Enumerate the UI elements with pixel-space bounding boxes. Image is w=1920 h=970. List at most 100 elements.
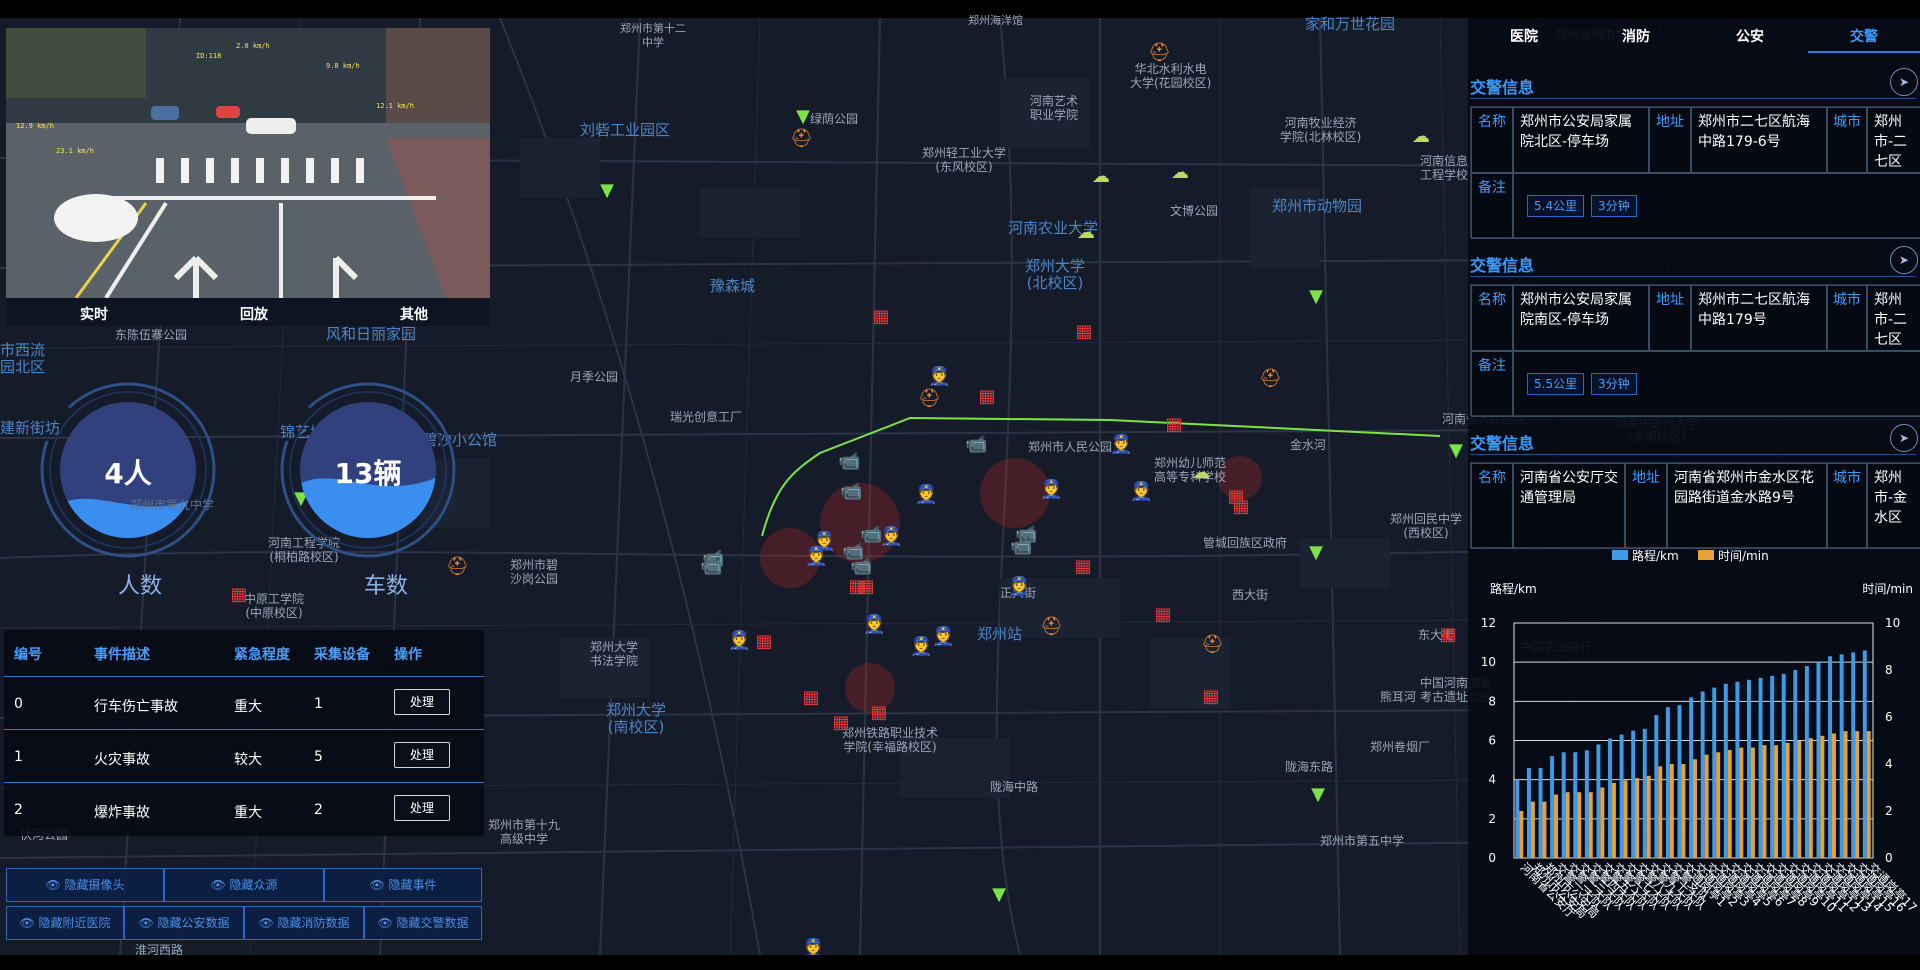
event-2-handle-button[interactable]: 处理 <box>394 795 450 821</box>
hide-hospitals-button[interactable]: 👁 隐藏附近医院 <box>6 906 124 940</box>
hospital-icon[interactable]: ⛑ <box>1148 42 1171 64</box>
traffic-police-icon[interactable]: ▼ <box>1445 440 1467 462</box>
police-icon[interactable]: 👮 <box>915 484 937 506</box>
top-bar <box>0 0 1920 18</box>
police-icon[interactable]: 👮 <box>932 626 954 648</box>
police-icon[interactable]: 👮 <box>1110 434 1132 456</box>
fire-station-icon[interactable]: ▦ <box>830 712 852 734</box>
weather-cloud-icon[interactable]: ☁ <box>1190 462 1212 484</box>
chart-y-left-tick: 10 <box>1481 655 1496 669</box>
camera-icon[interactable]: 📹 <box>1010 536 1032 558</box>
event-1-handle-button[interactable]: 处理 <box>394 742 450 768</box>
hospital-icon[interactable]: ⛑ <box>918 388 941 410</box>
police-icon[interactable]: 👮 <box>910 636 932 658</box>
hospital-icon[interactable]: ⛑ <box>1201 634 1224 656</box>
camera-icon[interactable]: 📹 <box>700 556 722 578</box>
police-icon[interactable]: 👮 <box>805 546 827 568</box>
weather-cloud-icon[interactable]: ☁ <box>1075 222 1097 244</box>
traffic-police-icon[interactable]: ▼ <box>1305 542 1327 564</box>
col-action: 操作 <box>394 647 422 663</box>
hospital-icon[interactable]: ⛑ <box>1040 616 1063 638</box>
video-tab-live[interactable]: 实时 <box>34 304 154 324</box>
card-1-addr: 郑州市二七区航海中路179-6号 <box>1691 107 1827 173</box>
hide-cameras-button[interactable]: 👁 隐藏摄像头 <box>6 868 164 902</box>
col-device: 采集设备 <box>314 647 370 663</box>
hide-fire-button[interactable]: 👁 隐藏消防数据 <box>244 906 364 940</box>
traffic-police-icon[interactable]: ▼ <box>1305 286 1327 308</box>
map-poi-label: 河南信息 工程学校 <box>1420 154 1469 182</box>
fire-station-icon[interactable]: ▦ <box>1225 486 1247 508</box>
navigate-icon[interactable]: ➤ <box>1890 424 1918 452</box>
fire-station-icon[interactable]: ▦ <box>976 386 998 408</box>
police-icon[interactable]: 👮 <box>1008 576 1030 598</box>
fire-station-icon[interactable]: ▦ <box>1163 414 1185 436</box>
chart-bar-distance <box>1793 670 1798 858</box>
traffic-police-icon[interactable]: ▼ <box>596 180 618 202</box>
people-count-value: 4人 <box>104 457 152 490</box>
card-title-line <box>1470 276 1916 277</box>
hide-police-button[interactable]: 👁 隐藏公安数据 <box>124 906 244 940</box>
chart-bar-time <box>1565 792 1570 858</box>
hide-traffic-police-button[interactable]: 👁 隐藏交警数据 <box>364 906 482 940</box>
map-poi-label: 陇海中路 <box>990 780 1039 794</box>
fire-station-icon[interactable]: ▦ <box>1072 556 1094 578</box>
chart-bar-distance <box>1631 730 1636 858</box>
traffic-police-icon[interactable]: ▼ <box>792 106 814 128</box>
map-poi-label: 郑州市碧 沙岗公园 <box>510 558 559 586</box>
card-2-addr: 郑州市二七区航海中路179号 <box>1691 285 1827 351</box>
map-poi-label: 郑州市动物园 <box>1272 197 1363 215</box>
chart-y-right-tick: 4 <box>1885 757 1893 771</box>
map-poi-label: 瑞光创意工厂 <box>670 410 743 424</box>
traffic-police-icon[interactable]: ▼ <box>1307 784 1329 806</box>
chart-y-left-tick: 6 <box>1488 734 1496 748</box>
video-tab-playback[interactable]: 回放 <box>194 304 314 324</box>
navigate-icon[interactable]: ➤ <box>1890 68 1918 96</box>
fire-station-icon[interactable]: ▦ <box>753 631 775 653</box>
camera-icon[interactable]: 📹 <box>840 481 862 503</box>
event-0-handle-button[interactable]: 处理 <box>394 689 450 715</box>
chart-bar-distance <box>1804 666 1809 858</box>
card-2-city: 郑州市-二七区 <box>1867 285 1920 351</box>
chart-bar-distance <box>1515 779 1520 858</box>
fire-station-icon[interactable]: ▦ <box>1437 624 1459 646</box>
police-icon[interactable]: 👮 <box>928 366 950 388</box>
fire-station-icon[interactable]: ▦ <box>1152 604 1174 626</box>
camera-icon[interactable]: 📹 <box>838 451 860 473</box>
map-poi-label: 豫森城 <box>710 277 756 295</box>
tab-traffic-police[interactable]: 交警 <box>1808 26 1920 46</box>
police-icon[interactable]: 👮 <box>1130 481 1152 503</box>
fire-station-icon[interactable]: ▦ <box>855 576 877 598</box>
tab-hospital[interactable]: 医院 <box>1468 26 1580 46</box>
camera-icon[interactable]: 📹 <box>965 434 987 456</box>
tab-police[interactable]: 公安 <box>1694 26 1806 46</box>
fire-station-icon[interactable]: ▦ <box>1073 321 1095 343</box>
camera-icon[interactable]: 📹 <box>850 556 872 578</box>
event-1-desc: 火灾事故 <box>94 752 150 768</box>
weather-cloud-icon[interactable]: ☁ <box>1410 126 1432 148</box>
weather-cloud-icon[interactable]: ☁ <box>1169 162 1191 184</box>
camera-video-feed[interactable]: 2.0 km/h 9.8 km/h 12.1 km/h 12.9 km/h 23.1… <box>6 28 490 298</box>
police-icon[interactable]: 👮 <box>863 614 885 636</box>
map-poi-label: 市西流 园北区 <box>0 341 46 376</box>
hide-events-button[interactable]: 👁 隐藏事件 <box>324 868 482 902</box>
weather-cloud-icon[interactable]: ☁ <box>1090 166 1112 188</box>
row-divider <box>4 782 484 783</box>
fire-station-icon[interactable]: ▦ <box>800 687 822 709</box>
fire-station-icon[interactable]: ▦ <box>868 702 890 724</box>
hospital-icon[interactable]: ⛑ <box>790 128 813 150</box>
fire-station-icon[interactable]: ▦ <box>870 306 892 328</box>
video-tab-other[interactable]: 其他 <box>354 304 474 324</box>
chart-y-right-tick: 10 <box>1885 616 1900 630</box>
legend-distance-label: 路程/km <box>1632 549 1679 563</box>
hide-crowd-button[interactable]: 👁 隐藏众源 <box>164 868 324 902</box>
police-icon[interactable]: 👮 <box>1040 479 1062 501</box>
svg-text:12.1 km/h: 12.1 km/h <box>376 102 414 110</box>
traffic-police-icon[interactable]: ▼ <box>988 884 1010 906</box>
police-icon[interactable]: 👮 <box>880 526 902 548</box>
tab-fire[interactable]: 消防 <box>1580 26 1692 46</box>
fire-station-icon[interactable]: ▦ <box>1200 686 1222 708</box>
hospital-icon[interactable]: ⛑ <box>1259 368 1282 390</box>
chart-bar-distance <box>1770 675 1775 858</box>
navigate-icon[interactable]: ➤ <box>1890 246 1918 274</box>
police-icon[interactable]: 👮 <box>728 630 750 652</box>
